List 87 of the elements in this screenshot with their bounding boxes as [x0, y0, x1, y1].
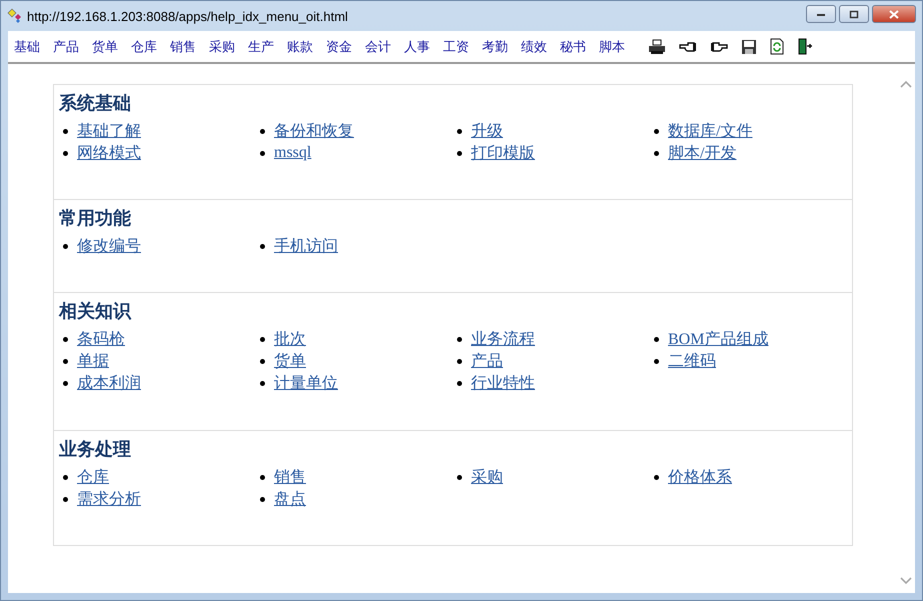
bullet-icon [63, 358, 68, 364]
bullet-icon [260, 496, 265, 502]
help-link[interactable]: 价格体系 [668, 466, 732, 488]
bullet-icon [457, 128, 462, 134]
menu-item[interactable]: 仓库 [131, 38, 157, 56]
bullet-icon [63, 336, 68, 342]
close-button[interactable] [872, 5, 916, 23]
menu-item[interactable]: 产品 [53, 38, 79, 56]
bullet-icon [63, 380, 68, 386]
bullet-icon [260, 474, 265, 480]
menu-item[interactable]: 考勤 [482, 38, 508, 56]
section-heading: 业务处理 [59, 438, 132, 461]
help-link[interactable]: 手机访问 [274, 236, 338, 256]
help-link[interactable]: 条码枪 [77, 328, 125, 350]
help-link[interactable]: BOM产品组成 [668, 328, 768, 350]
bullet-icon [654, 336, 659, 342]
menu-item[interactable]: 绩效 [521, 38, 547, 56]
bullet-icon [457, 150, 462, 156]
help-link[interactable]: 二维码 [668, 350, 716, 372]
menu-item[interactable]: 采购 [209, 38, 235, 56]
menu-item[interactable]: 货单 [92, 38, 118, 56]
help-link[interactable]: 打印模版 [471, 142, 535, 164]
menu-item[interactable]: 秘书 [560, 38, 586, 56]
diamond-icon [7, 8, 23, 24]
help-link[interactable]: 仓库 [77, 466, 109, 488]
minimize-icon [816, 11, 826, 17]
help-link[interactable]: 产品 [471, 350, 503, 372]
help-link[interactable]: 基础了解 [77, 120, 141, 142]
help-link[interactable]: 备份和恢复 [274, 120, 354, 142]
help-link[interactable]: 行业特性 [471, 372, 535, 394]
bullet-icon [457, 380, 462, 386]
bullet-icon [457, 474, 462, 480]
bullet-icon [260, 358, 265, 364]
help-link[interactable]: mssql [274, 144, 312, 162]
maximize-icon [849, 10, 859, 18]
section-heading: 系统基础 [59, 92, 132, 115]
bullet-icon [260, 150, 265, 156]
menu-item[interactable]: 工资 [443, 38, 469, 56]
menu-item[interactable]: 账款 [287, 38, 313, 56]
bullet-icon [63, 474, 68, 480]
help-link[interactable]: 网络模式 [77, 142, 141, 164]
exit-door-icon[interactable] [797, 38, 813, 55]
menu-item[interactable]: 基础 [14, 38, 40, 56]
bullet-icon [63, 244, 68, 248]
help-link[interactable]: 业务流程 [471, 328, 535, 350]
help-link[interactable]: 成本利润 [77, 372, 141, 394]
bullet-icon [260, 380, 265, 386]
bullet-icon [260, 128, 265, 134]
menu-item[interactable]: 脚本 [599, 38, 625, 56]
section-heading: 常用功能 [59, 207, 132, 230]
help-link[interactable]: 计量单位 [274, 372, 338, 394]
bullet-icon [260, 244, 265, 248]
bullet-icon [260, 336, 265, 342]
hand-pointing-left-icon[interactable] [679, 40, 697, 52]
menu-item[interactable]: 资金 [326, 38, 352, 56]
help-link[interactable]: 批次 [274, 328, 306, 350]
bullet-icon [457, 358, 462, 364]
maximize-button[interactable] [839, 5, 869, 23]
help-link[interactable]: 数据库/文件 [668, 120, 752, 142]
help-link[interactable]: 修改编号 [77, 236, 141, 256]
bullet-icon [457, 336, 462, 342]
help-link[interactable]: 脚本/开发 [668, 142, 736, 164]
bullet-icon [63, 128, 68, 134]
menu-item[interactable]: 人事 [404, 38, 430, 56]
bullet-icon [654, 128, 659, 134]
bullet-icon [654, 150, 659, 156]
minimize-button[interactable] [806, 5, 836, 23]
help-link[interactable]: 升级 [471, 120, 503, 142]
bullet-icon [63, 496, 68, 502]
section-heading: 相关知识 [59, 300, 132, 323]
menu-item[interactable]: 销售 [170, 38, 196, 56]
help-link[interactable]: 销售 [274, 466, 306, 488]
bullet-icon [654, 358, 659, 364]
refresh-document-icon[interactable] [770, 38, 784, 55]
help-link[interactable]: 单据 [77, 350, 109, 372]
menu-item[interactable]: 会计 [365, 38, 391, 56]
bullet-icon [654, 474, 659, 480]
help-link[interactable]: 盘点 [274, 488, 306, 510]
menu-item[interactable]: 生产 [248, 38, 274, 56]
bullet-icon [63, 150, 68, 156]
close-icon [889, 10, 899, 18]
printer-icon[interactable] [648, 38, 666, 54]
window-title: http://192.168.1.203:8088/apps/help_idx_menu_oit.html [27, 8, 348, 24]
help-link[interactable]: 采购 [471, 466, 503, 488]
help-link[interactable]: 需求分析 [77, 488, 141, 510]
help-link[interactable]: 货单 [274, 350, 306, 372]
hand-pointing-right-icon[interactable] [710, 40, 728, 52]
